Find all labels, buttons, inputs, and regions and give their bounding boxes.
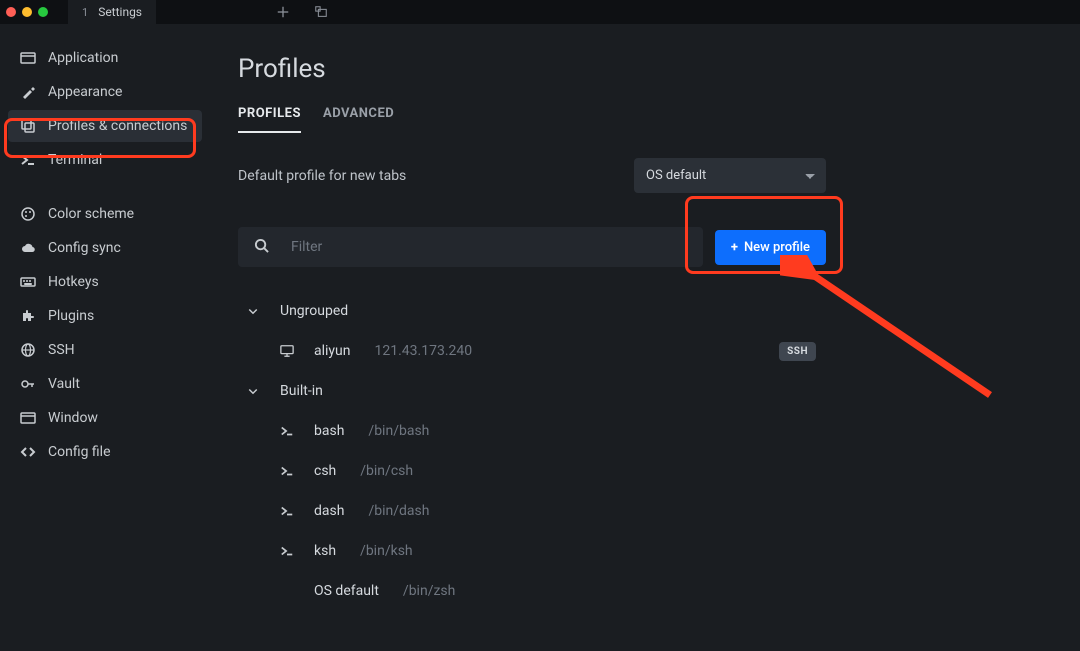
- search-icon: [254, 238, 269, 257]
- profile-name: OS default: [314, 583, 379, 599]
- window-list-button[interactable]: [314, 5, 328, 19]
- group-header[interactable]: Ungrouped: [238, 291, 826, 331]
- sidebar-item-ssh[interactable]: SSH: [8, 334, 202, 366]
- prompt-icon: [278, 504, 296, 518]
- sidebar-item-label: Appearance: [48, 84, 122, 100]
- default-profile-select[interactable]: OS default: [634, 158, 826, 193]
- group-header[interactable]: Built-in: [238, 371, 826, 411]
- tab-advanced[interactable]: ADVANCED: [323, 106, 394, 133]
- sidebar-item-label: Vault: [48, 376, 80, 392]
- sidebar-item-terminal[interactable]: Terminal: [8, 144, 202, 176]
- maximize-window-icon[interactable]: [38, 7, 48, 17]
- sidebar-item-profiles[interactable]: Profiles & connections: [8, 110, 202, 142]
- sidebar-item-label: SSH: [48, 342, 75, 358]
- minimize-window-icon[interactable]: [22, 7, 32, 17]
- profile-detail: 121.43.173.240: [375, 343, 473, 359]
- settings-main: Profiles PROFILES ADVANCED Default profi…: [210, 24, 1080, 651]
- profile-row[interactable]: bash/bin/bash: [238, 411, 826, 451]
- sidebar-item-config-sync[interactable]: Config sync: [8, 232, 202, 264]
- sidebar-item-label: Terminal: [48, 152, 102, 168]
- tab-index: 1: [82, 6, 88, 19]
- window-icon: [20, 410, 36, 426]
- new-tab-button[interactable]: [276, 5, 290, 19]
- sidebar-item-hotkeys[interactable]: Hotkeys: [8, 266, 202, 298]
- filter-input[interactable]: [291, 239, 687, 255]
- puzzle-icon: [20, 308, 36, 324]
- profile-row[interactable]: ksh/bin/ksh: [238, 531, 826, 571]
- profile-name: ksh: [314, 543, 336, 559]
- filter-wrap: [238, 227, 703, 267]
- cloud-icon: [20, 240, 36, 256]
- key-icon: [20, 376, 36, 392]
- profile-row[interactable]: OS default/bin/zsh: [238, 571, 826, 611]
- profile-detail: /bin/dash: [368, 503, 429, 519]
- prompt-icon: [278, 424, 296, 438]
- sidebar-item-label: Config file: [48, 444, 111, 460]
- group-name: Built-in: [280, 383, 323, 399]
- sidebar-item-label: Window: [48, 410, 98, 426]
- sidebar-item-window[interactable]: Window: [8, 402, 202, 434]
- profile-name: aliyun: [314, 343, 351, 359]
- chevron-down-icon: [246, 385, 260, 397]
- sidebar-item-config-file[interactable]: Config file: [8, 436, 202, 468]
- profile-detail: /bin/zsh: [403, 583, 455, 599]
- monitor-icon: [278, 344, 296, 358]
- new-profile-label: New profile: [744, 240, 810, 255]
- profile-badge: SSH: [779, 342, 816, 361]
- profile-list: Ungrouped aliyun 121.43.173.240 SSH Built-in…: [238, 291, 826, 611]
- sidebar-item-label: Application: [48, 50, 118, 66]
- default-profile-label: Default profile for new tabs: [238, 168, 406, 184]
- sidebar-item-label: Color scheme: [48, 206, 134, 222]
- stack-icon: [20, 118, 36, 134]
- profile-name: csh: [314, 463, 336, 479]
- profile-name: bash: [314, 423, 344, 439]
- code-icon: [20, 444, 36, 460]
- tab-profiles[interactable]: PROFILES: [238, 106, 301, 133]
- sidebar-item-label: Config sync: [48, 240, 121, 256]
- sidebar-item-label: Hotkeys: [48, 274, 99, 290]
- tab-label: Settings: [98, 5, 142, 19]
- globe-icon: [20, 342, 36, 358]
- close-window-icon[interactable]: [6, 7, 16, 17]
- window-icon: [20, 50, 36, 66]
- page-title: Profiles: [238, 54, 1052, 84]
- profile-row[interactable]: aliyun 121.43.173.240 SSH: [238, 331, 826, 371]
- profile-detail: /bin/bash: [368, 423, 429, 439]
- app-tab-settings[interactable]: 1 Settings: [68, 0, 156, 24]
- brush-icon: [20, 84, 36, 100]
- group-name: Ungrouped: [280, 303, 348, 319]
- sidebar-item-color-scheme[interactable]: Color scheme: [8, 198, 202, 230]
- prompt-icon: [278, 544, 296, 558]
- profile-row[interactable]: csh/bin/csh: [238, 451, 826, 491]
- traffic-lights: [6, 7, 48, 17]
- sidebar-item-application[interactable]: Application: [8, 42, 202, 74]
- tabbar: PROFILES ADVANCED: [238, 106, 1052, 134]
- titlebar: 1 Settings: [0, 0, 1080, 24]
- profile-detail: /bin/ksh: [360, 543, 413, 559]
- profile-name: dash: [314, 503, 344, 519]
- profile-row[interactable]: dash/bin/dash: [238, 491, 826, 531]
- profile-detail: /bin/csh: [360, 463, 413, 479]
- chevron-down-icon: [246, 305, 260, 317]
- prompt-icon: [278, 464, 296, 478]
- sidebar-item-label: Profiles & connections: [48, 118, 187, 134]
- plus-icon: +: [731, 240, 738, 255]
- settings-sidebar: Application Appearance Profiles & connecti…: [0, 24, 210, 651]
- sidebar-item-plugins[interactable]: Plugins: [8, 300, 202, 332]
- prompt-icon: [20, 152, 36, 168]
- palette-icon: [20, 206, 36, 222]
- sidebar-item-label: Plugins: [48, 308, 94, 324]
- keyboard-icon: [20, 274, 36, 290]
- sidebar-item-vault[interactable]: Vault: [8, 368, 202, 400]
- sidebar-item-appearance[interactable]: Appearance: [8, 76, 202, 108]
- new-profile-button[interactable]: + New profile: [715, 230, 826, 265]
